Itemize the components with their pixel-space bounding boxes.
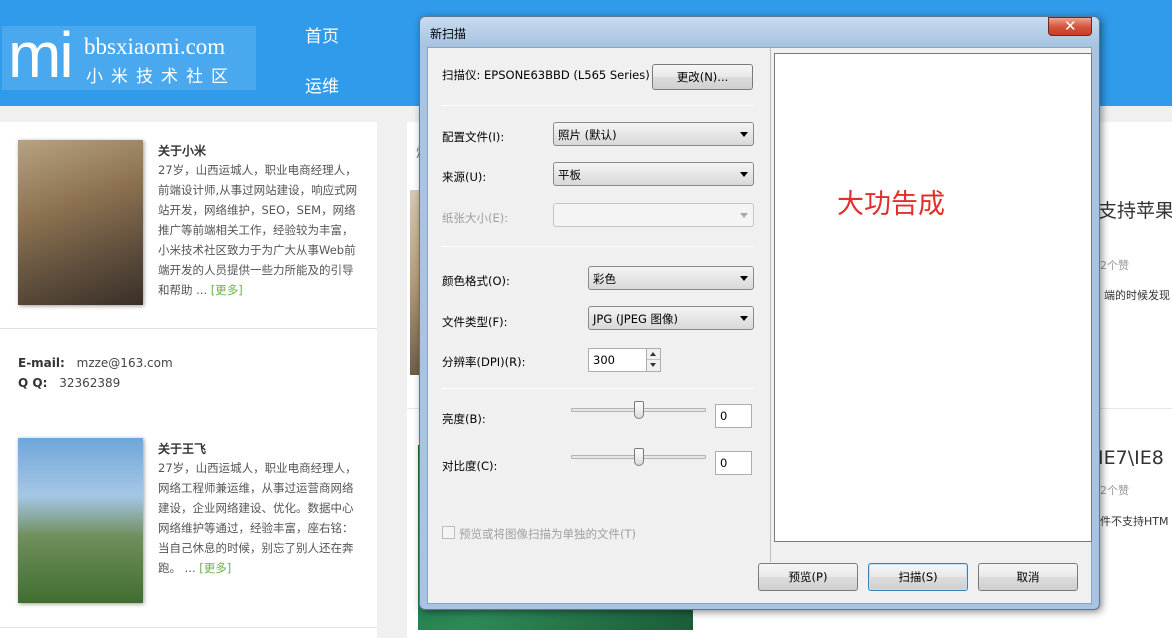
close-button[interactable]: ✕ bbox=[1048, 17, 1092, 36]
profile-description: 27岁，山西运城人，职业电商经理人，网络工程师兼运维，从事过运营商网络建设，企业… bbox=[158, 461, 357, 575]
contrast-input[interactable]: 0 bbox=[715, 451, 752, 475]
more-link[interactable]: [更多] bbox=[211, 283, 243, 297]
brightness-slider-thumb[interactable] bbox=[633, 401, 644, 419]
preview-annotation: 大功告成 bbox=[837, 189, 945, 220]
divider bbox=[0, 627, 377, 628]
file-type-select[interactable]: JPG (JPEG 图像) bbox=[588, 306, 754, 330]
spin-down-icon[interactable] bbox=[647, 360, 660, 371]
sidebar-profiles: 关于小米 27岁，山西运城人，职业电商经理人，前端设计师,从事过网站建设，响应式… bbox=[0, 122, 377, 638]
chevron-down-icon bbox=[740, 276, 748, 281]
profile-text: 27岁，山西运城人，职业电商经理人，网络工程师兼运维，从事过运营商网络建设，企业… bbox=[158, 458, 358, 578]
preview-area[interactable]: 大功告成 bbox=[774, 53, 1092, 542]
dialog-titlebar[interactable]: 新扫描 ✕ bbox=[420, 17, 1099, 47]
divider bbox=[0, 328, 377, 329]
chevron-down-icon bbox=[740, 132, 748, 137]
qq-value: 32362389 bbox=[59, 376, 121, 390]
preview-button[interactable]: 预览(P) bbox=[758, 563, 858, 591]
file-type-select-value: JPG (JPEG 图像) bbox=[593, 312, 679, 326]
source-select[interactable]: 平板 bbox=[553, 162, 754, 186]
logo-subtitle: 小米技术社区 bbox=[86, 67, 236, 87]
change-scanner-button[interactable]: 更改(N)... bbox=[652, 64, 753, 90]
separator bbox=[441, 105, 753, 106]
chevron-down-icon bbox=[740, 316, 748, 321]
article-likes: 2个赞 bbox=[1100, 259, 1129, 272]
new-scan-dialog: 新扫描 ✕ 扫描仪: EPSONE63BBD (L565 Series) 更改(… bbox=[419, 16, 1100, 610]
article-title[interactable]: 支持苹果 bbox=[1098, 196, 1172, 223]
dialog-title: 新扫描 bbox=[430, 27, 467, 41]
separate-files-checkbox[interactable] bbox=[442, 526, 455, 539]
contrast-label: 对比度(C): bbox=[442, 459, 498, 473]
source-select-value: 平板 bbox=[558, 168, 581, 182]
logo-domain: bbsxiaomi.com bbox=[84, 34, 226, 59]
article-likes: 2个赞 bbox=[1100, 484, 1129, 497]
contrast-slider-thumb[interactable] bbox=[633, 448, 644, 466]
qq-line: Q Q: 32362389 bbox=[18, 376, 120, 390]
article-excerpt: 端的时候发现 bbox=[1104, 289, 1170, 302]
chevron-down-icon bbox=[740, 172, 748, 177]
avatar bbox=[18, 438, 143, 603]
paper-size-label: 纸张大小(E): bbox=[442, 211, 509, 225]
qq-label: Q Q: bbox=[18, 376, 48, 390]
close-icon: ✕ bbox=[1064, 17, 1077, 35]
profile-description: 27岁，山西运城人，职业电商经理人，前端设计师,从事过网站建设，响应式网站开发，… bbox=[158, 163, 358, 297]
profile-label: 配置文件(I): bbox=[442, 130, 505, 144]
article-excerpt: 件不支持HTM bbox=[1100, 515, 1169, 528]
separator bbox=[441, 246, 753, 247]
email-label: E-mail: bbox=[18, 356, 65, 370]
more-link[interactable]: [更多] bbox=[199, 561, 231, 575]
email-line: E-mail: mzze@163.com bbox=[18, 356, 173, 370]
scan-button[interactable]: 扫描(S) bbox=[868, 563, 968, 591]
chevron-down-icon bbox=[740, 213, 748, 218]
color-format-select[interactable]: 彩色 bbox=[588, 266, 754, 290]
brightness-input[interactable]: 0 bbox=[715, 404, 752, 428]
resolution-input[interactable]: 300 bbox=[588, 348, 647, 372]
profile-text: 27岁，山西运城人，职业电商经理人，前端设计师,从事过网站建设，响应式网站开发，… bbox=[158, 160, 358, 300]
nav-home[interactable]: 首页 bbox=[305, 22, 339, 47]
color-format-label: 颜色格式(O): bbox=[442, 274, 510, 288]
resolution-spinner[interactable] bbox=[646, 348, 661, 372]
scanner-label: 扫描仪: EPSONE63BBD (L565 Series) bbox=[442, 68, 650, 82]
color-format-select-value: 彩色 bbox=[593, 272, 616, 286]
brightness-label: 亮度(B): bbox=[442, 412, 486, 426]
profile-title: 关于王飞 bbox=[158, 442, 207, 456]
file-type-label: 文件类型(F): bbox=[442, 315, 508, 329]
profile-title: 关于小米 bbox=[158, 144, 207, 158]
profile-select-value: 照片 (默认) bbox=[558, 128, 617, 142]
cancel-button[interactable]: 取消 bbox=[978, 563, 1078, 591]
profile-select[interactable]: 照片 (默认) bbox=[553, 122, 754, 146]
nav-ops[interactable]: 运维 bbox=[305, 72, 339, 97]
logo-mi: mi bbox=[8, 19, 74, 91]
site-logo[interactable]: mi bbsxiaomi.com 小米技术社区 bbox=[2, 19, 256, 91]
paper-size-select bbox=[553, 203, 754, 227]
separator bbox=[441, 388, 753, 389]
email-value: mzze@163.com bbox=[76, 356, 173, 370]
article-title[interactable]: IE7\IE8 bbox=[1098, 447, 1164, 469]
separate-files-label: 预览或将图像扫描为单独的文件(T) bbox=[459, 527, 636, 541]
source-label: 来源(U): bbox=[442, 170, 487, 184]
resolution-label: 分辨率(DPI)(R): bbox=[442, 355, 526, 369]
spin-up-icon[interactable] bbox=[647, 349, 660, 360]
avatar bbox=[18, 140, 143, 305]
dialog-body: 扫描仪: EPSONE63BBD (L565 Series) 更改(N)... … bbox=[427, 47, 1092, 604]
